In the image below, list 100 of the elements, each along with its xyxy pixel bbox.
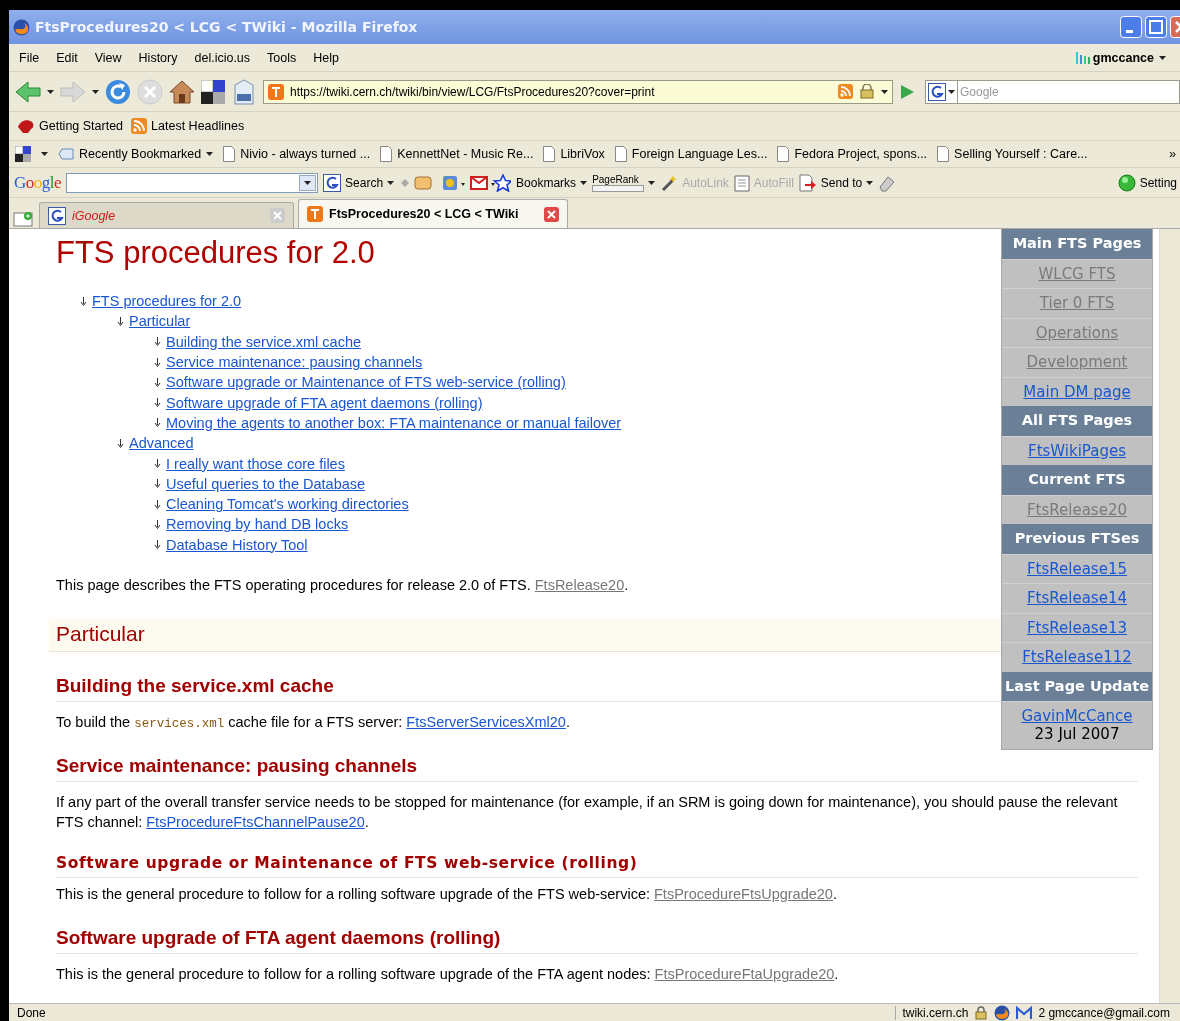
wiki-link[interactable]: FtsServerServicesXml20	[406, 713, 566, 730]
caret-icon[interactable]	[648, 180, 656, 185]
toc-link[interactable]: I really want those core files	[166, 455, 345, 472]
wiki-link[interactable]: FtsProcedureFtsChannelPause20	[146, 813, 365, 830]
arrow-down-icon	[117, 438, 124, 448]
toc-link[interactable]: Moving the agents to another box: FTA maintenance or manual failover	[166, 414, 622, 431]
toc-link[interactable]: Removing by hand DB locks	[166, 516, 349, 533]
toc-link[interactable]: Useful queries to the Database	[166, 475, 366, 492]
caret-icon[interactable]	[948, 89, 955, 94]
menu-link[interactable]: FtsWikiPages	[1028, 441, 1126, 460]
toolbar-button[interactable]: Search	[323, 173, 395, 192]
bookmark-item[interactable]: LibriVox	[543, 146, 605, 162]
google-logo: Google	[14, 172, 62, 193]
menu-item[interactable]: Tools	[267, 50, 297, 65]
toolbar-button[interactable]: Send to	[798, 173, 874, 192]
toolbar-button[interactable]: Bookmarks	[516, 175, 588, 190]
home-icon[interactable]	[169, 78, 195, 105]
toc-link[interactable]: Advanced	[129, 435, 194, 452]
more-chevron[interactable]: »	[1169, 147, 1176, 161]
caret-icon[interactable]	[304, 180, 312, 185]
bookmark-item[interactable]: Recently Bookmarked	[58, 147, 214, 161]
maximize-button[interactable]	[1145, 16, 1167, 38]
page-icon	[543, 146, 556, 162]
caret-icon[interactable]	[41, 152, 48, 156]
tiles-icon[interactable]	[15, 146, 31, 162]
back-arrow-icon[interactable]	[15, 79, 41, 104]
caret-icon[interactable]	[881, 89, 888, 94]
toc-link[interactable]: Software upgrade or Maintenance of FTS web-service (rolling)	[166, 374, 566, 391]
address-field[interactable]: https://twiki.cern.ch/twiki/bin/view/LCG/FtsProcedures20?cover=print	[263, 79, 893, 104]
arrow-down-icon	[154, 418, 161, 428]
menu-item[interactable]: View	[94, 50, 122, 65]
browser-tab[interactable]: FtsProcedures20 < LCG < TWiki	[298, 199, 568, 228]
page-title: FTS procedures for 2.0	[56, 235, 375, 271]
reload-icon[interactable]	[105, 78, 131, 105]
caret-icon[interactable]	[1159, 55, 1166, 60]
magic-wand-icon	[660, 173, 679, 192]
bookmark-item[interactable]: Selling Yourself : Care...	[937, 146, 1088, 162]
mail-icon[interactable]	[1016, 1005, 1033, 1020]
toc-link[interactable]: Building the service.xml cache	[166, 333, 362, 350]
minimize-button[interactable]	[1120, 16, 1142, 38]
toc-link[interactable]: Cleaning Tomcat's working directories	[166, 496, 409, 513]
menu-item[interactable]: History	[138, 50, 178, 65]
lock-icon	[974, 1005, 989, 1020]
caret-icon[interactable]	[47, 89, 54, 94]
toolbar-button[interactable]: Setting	[1117, 173, 1177, 192]
host-label: twiki.cern.ch	[895, 1005, 969, 1020]
caret-icon[interactable]	[580, 180, 588, 185]
browser-logo-icon[interactable]	[994, 1004, 1011, 1021]
tag-icon[interactable]	[231, 78, 257, 105]
paragraph: If any part of the overall transfer service needs to be stopped for maintenance (for example, if an SRM is going down for maintenance), you should pause the relevant FTS channel: FtsProcedureFtsChannelPause20.	[56, 792, 1119, 832]
page-icon	[223, 146, 236, 162]
bookmark-item[interactable]: Fedora Project, spons...	[777, 146, 928, 162]
toc-link[interactable]: Database History Tool	[166, 536, 308, 553]
search-field[interactable]	[66, 172, 319, 193]
caret-icon[interactable]	[206, 152, 214, 156]
bookmark-item[interactable]: Foreign Language Les...	[614, 146, 768, 162]
menu-item[interactable]: Help	[313, 50, 339, 65]
account-menu[interactable]: gmccance	[1092, 50, 1166, 65]
menu-link[interactable]: Main DM page	[1023, 382, 1131, 401]
wiki-link[interactable]: FtsProcedureFtsUpgrade20	[654, 885, 833, 902]
browser-tab[interactable]: iGoogle	[39, 202, 294, 228]
caret-icon[interactable]	[866, 180, 874, 185]
menu-link[interactable]: FtsRelease15	[1027, 559, 1127, 578]
toc-link[interactable]: Particular	[129, 313, 191, 330]
new-tab-icon[interactable]	[13, 210, 35, 228]
arrow-down-icon	[154, 337, 161, 347]
search-field[interactable]: Google	[957, 79, 1180, 104]
toc-link[interactable]: Software upgrade of FTA agent daemons (rolling)	[166, 394, 483, 411]
tiles-icon[interactable]	[201, 79, 225, 104]
send-page-icon	[798, 173, 817, 192]
label-icon	[58, 147, 74, 161]
toc-link[interactable]: FTS procedures for 2.0	[92, 293, 242, 310]
section-heading: Software upgrade or Maintenance of FTS web-service (rolling)	[56, 853, 1138, 878]
caret-icon[interactable]	[387, 180, 395, 185]
toolbar-link[interactable]: Getting Started	[17, 118, 124, 134]
arrow-down-icon	[154, 499, 161, 509]
menu-item[interactable]: File	[19, 50, 40, 65]
paragraph: This is the general procedure to follow for a rolling software upgrade of the FTS web-service: FtsProcedureFtsUpgrade20.	[56, 884, 838, 904]
arrow-down-icon	[154, 377, 161, 387]
toolbar-button[interactable]: PageRank	[592, 173, 656, 192]
page-icon	[777, 146, 790, 162]
bookmark-item[interactable]: Nivio - always turned ...	[223, 146, 371, 162]
caret-icon[interactable]	[92, 89, 99, 94]
bookmark-item[interactable]: KennettNet - Music Re...	[380, 146, 534, 162]
close-icon[interactable]	[544, 206, 559, 222]
toc-link[interactable]: Service maintenance: pausing channels	[166, 354, 423, 371]
menu-link[interactable]: FtsRelease14	[1027, 589, 1127, 607]
arrow-down-icon	[117, 316, 124, 326]
bars-logo-icon	[1074, 49, 1093, 66]
page-icon	[614, 146, 627, 162]
notepad-icon	[733, 173, 750, 192]
google-g-icon[interactable]	[928, 82, 946, 101]
toolbar-icons-drawing[interactable]	[399, 173, 512, 192]
toolbar-link[interactable]: Latest Headlines	[131, 118, 245, 134]
menu-item[interactable]: del.icio.us	[194, 50, 251, 65]
menu-item[interactable]: Edit	[56, 50, 78, 65]
menu-link[interactable]: FtsRelease13	[1027, 618, 1127, 637]
arrow-down-icon	[154, 459, 161, 468]
menu-link[interactable]: GavinMcCance	[1021, 707, 1133, 725]
page-icon	[937, 146, 950, 162]
